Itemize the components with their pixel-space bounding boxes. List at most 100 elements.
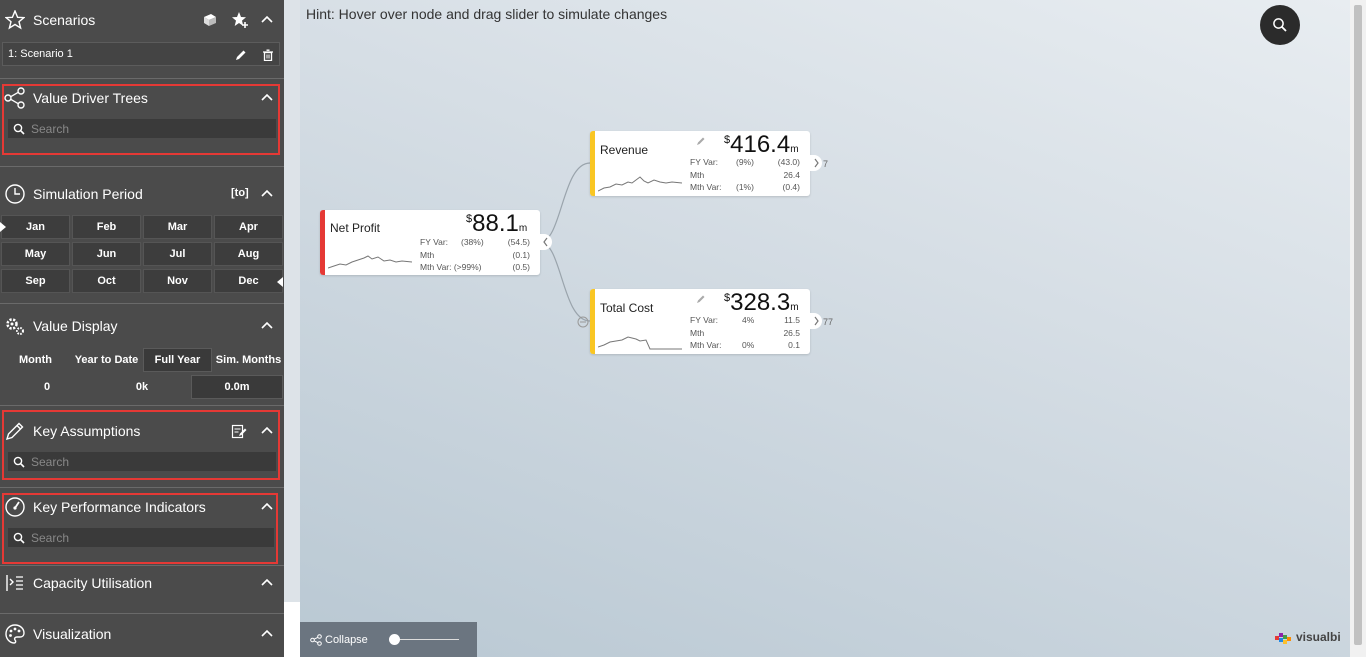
palette-icon [4,623,26,645]
node-net-profit[interactable]: Net Profit $88.1m FY Var: (38%) (54.5) M… [320,210,552,275]
vertical-scrollbar[interactable] [1350,0,1366,657]
chevron-up-icon[interactable] [260,319,274,333]
chevron-up-icon[interactable] [260,576,274,590]
value-unit: m [790,144,799,155]
pencil-icon [4,420,26,442]
period-badge[interactable]: [to] [231,187,249,199]
status-bar [320,210,325,275]
option-sim-months[interactable]: Sim. Months [214,348,283,372]
key-assumptions-header[interactable]: Key Assumptions [0,416,284,446]
divider [0,613,284,614]
month-jun[interactable]: Jun [72,242,141,266]
kpi-search[interactable]: Search [8,528,274,547]
chevron-up-icon[interactable] [260,13,274,27]
mth-var-label: Mth Var: [690,340,722,350]
add-favorite-icon[interactable] [231,11,249,29]
period-end-handle[interactable] [277,277,283,287]
node-name: Net Profit [330,221,381,235]
cube-icon[interactable] [202,12,218,28]
edit-list-icon[interactable] [231,423,247,439]
chevron-up-icon[interactable] [260,187,274,201]
zoom-slider-track[interactable] [395,639,459,640]
sparkline [598,176,682,192]
mth-var-label: Mth Var: [690,182,722,192]
capacity-utilisation-header[interactable]: Capacity Utilisation [0,568,284,598]
kpi-header[interactable]: Key Performance Indicators [0,492,284,522]
key-assumptions-search[interactable]: Search [8,452,276,471]
value-month: 0 [43,381,51,393]
value-driver-trees-search[interactable]: Search [8,119,276,138]
edit-icon[interactable] [696,291,706,303]
gears-icon [4,315,26,337]
option-full-year[interactable]: Full Year [143,348,212,372]
visualization-header[interactable]: Visualization [0,619,284,649]
edit-icon[interactable] [696,133,706,145]
value-driver-trees-title: Value Driver Trees [33,90,148,106]
chevron-up-icon[interactable] [260,627,274,641]
mth-value: (0.1) [512,250,530,260]
scenario-row[interactable]: 1: Scenario 1 [2,42,280,66]
value-full-year: 0.0m [191,375,283,399]
period-start-handle[interactable] [0,222,6,232]
month-aug[interactable]: Aug [214,242,283,266]
simulation-period-header[interactable]: Simulation Period [to] [0,179,284,209]
status-bar [590,131,595,196]
mth-value: 26.5 [783,328,800,338]
star-icon [4,9,26,31]
currency-symbol: $ [724,134,731,146]
node-value-number: 88.1 [472,210,519,237]
mth-var-pct: (1%) [736,182,754,192]
option-month[interactable]: Month [1,348,70,372]
zoom-slider-handle[interactable] [389,634,400,645]
fy-var-label: FY Var: [690,315,719,325]
collapse-node-icon[interactable] [577,315,589,328]
search-icon [13,456,25,468]
scenarios-header[interactable]: Scenarios [0,5,284,35]
child-count: 77 [823,317,834,327]
month-apr[interactable]: Apr [214,215,283,239]
scrollbar-thumb[interactable] [1354,5,1362,645]
clock-icon [4,183,26,205]
month-feb[interactable]: Feb [72,215,141,239]
node-total-cost[interactable]: Total Cost $328.3m FY Var: 4% 11.5 Mth 2… [590,289,833,354]
month-may[interactable]: May [1,242,70,266]
month-dec[interactable]: Dec [214,269,283,293]
currency-symbol: $ [466,213,473,225]
fy-var-value: (54.5) [507,237,530,247]
month-mar[interactable]: Mar [143,215,212,239]
value-display-header[interactable]: Value Display [0,311,284,341]
month-jan[interactable]: Jan [1,215,70,239]
status-bar [590,289,595,354]
search-placeholder: Search [31,454,70,469]
fy-var-pct: 4% [742,315,755,325]
mth-value: 26.4 [783,170,800,180]
node-revenue[interactable]: Revenue $416.4m FY Var: (9%) (43.0) Mth … [590,131,828,196]
month-oct[interactable]: Oct [72,269,141,293]
value-driver-trees-header[interactable]: Value Driver Trees [0,83,284,113]
chevron-up-icon[interactable] [260,424,274,438]
capacity-utilisation-title: Capacity Utilisation [33,575,153,591]
trash-icon[interactable] [262,48,274,62]
divider [0,565,284,566]
option-year-to-date[interactable]: Year to Date [72,348,141,372]
search-icon [13,123,25,135]
mth-label: Mth [690,328,705,338]
search-placeholder: Search [31,530,70,545]
edit-icon[interactable] [235,48,247,60]
value-unit: m [518,223,528,234]
month-jul[interactable]: Jul [143,242,212,266]
logo-text: visualbi [1296,630,1341,644]
sparkline [328,255,412,269]
bottom-toolbar: Collapse [300,622,477,657]
node-value-number: 328.3 [730,289,791,316]
month-sep[interactable]: Sep [1,269,70,293]
visualbi-logo: visualbi [1274,628,1341,646]
month-nov[interactable]: Nov [143,269,212,293]
search-placeholder: Search [31,121,70,136]
tree-canvas[interactable]: Hint: Hover over node and drag slider to… [300,0,1350,657]
chevron-up-icon[interactable] [260,91,274,105]
currency-symbol: $ [724,292,731,304]
chevron-up-icon[interactable] [260,500,274,514]
fy-var-pct: (38%) [461,237,484,247]
collapse-button[interactable]: Collapse [310,634,368,646]
